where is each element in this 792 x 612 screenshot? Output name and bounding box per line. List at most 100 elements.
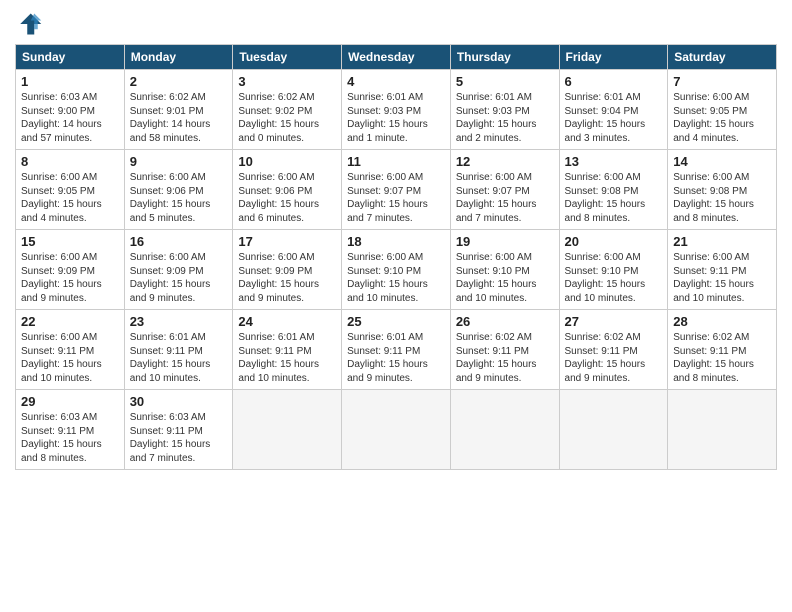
table-row: 18Sunrise: 6:00 AMSunset: 9:10 PMDayligh… <box>342 230 451 310</box>
calendar-week-row: 29Sunrise: 6:03 AMSunset: 9:11 PMDayligh… <box>16 390 777 470</box>
day-number: 25 <box>347 314 445 329</box>
day-number: 24 <box>238 314 336 329</box>
day-number: 22 <box>21 314 119 329</box>
table-row: 3 Sunrise: 6:02 AMSunset: 9:02 PMDaylight… <box>233 70 342 150</box>
day-number: 17 <box>238 234 336 249</box>
calendar-container: Sunday Monday Tuesday Wednesday Thursday… <box>0 0 792 480</box>
day-info: Sunrise: 6:02 AMSunset: 9:11 PMDaylight:… <box>456 331 554 385</box>
day-info: Sunrise: 6:02 AMSunset: 9:11 PMDaylight:… <box>673 331 771 385</box>
table-row: 28 Sunrise: 6:02 AMSunset: 9:11 PMDayligh… <box>668 310 777 390</box>
table-row: 17 Sunrise: 6:00 AMSunset: 9:09 PMDayligh… <box>233 230 342 310</box>
day-info: Sunrise: 6:00 AMSunset: 9:11 PMDaylight:… <box>673 251 771 305</box>
weekday-header-row: Sunday Monday Tuesday Wednesday Thursday… <box>16 45 777 70</box>
table-row: 21 Sunrise: 6:00 AMSunset: 9:11 PMDayligh… <box>668 230 777 310</box>
table-row: 12Sunrise: 6:00 AMSunset: 9:07 PMDayligh… <box>450 150 559 230</box>
logo-icon <box>15 10 43 38</box>
table-row: 24 Sunrise: 6:01 AMSunset: 9:11 PMDayligh… <box>233 310 342 390</box>
header-monday: Monday <box>124 45 233 70</box>
day-number: 9 <box>130 154 228 169</box>
day-number: 7 <box>673 74 771 89</box>
table-row: 19 Sunrise: 6:00 AMSunset: 9:10 PMDayligh… <box>450 230 559 310</box>
day-number: 3 <box>238 74 336 89</box>
header-saturday: Saturday <box>668 45 777 70</box>
day-number: 6 <box>565 74 663 89</box>
day-info: Sunrise: 6:00 AMSunset: 9:06 PMDaylight:… <box>238 171 336 225</box>
header-tuesday: Tuesday <box>233 45 342 70</box>
day-info: Sunrise: 6:00 AMSunset: 9:08 PMDaylight:… <box>565 171 663 225</box>
day-info: Sunrise: 6:00 AMSunset: 9:08 PMDaylight:… <box>673 171 771 225</box>
table-row: 10 Sunrise: 6:00 AMSunset: 9:06 PMDayligh… <box>233 150 342 230</box>
table-row <box>233 390 342 470</box>
header-wednesday: Wednesday <box>342 45 451 70</box>
day-info: Sunrise: 6:01 AMSunset: 9:11 PMDaylight:… <box>130 331 228 385</box>
day-info: Sunrise: 6:00 AMSunset: 9:05 PMDaylight:… <box>673 91 771 145</box>
table-row: 8 Sunrise: 6:00 AMSunset: 9:05 PMDaylight… <box>16 150 125 230</box>
table-row: 22Sunrise: 6:00 AMSunset: 9:11 PMDayligh… <box>16 310 125 390</box>
day-number: 26 <box>456 314 554 329</box>
day-info: Sunrise: 6:03 AMSunset: 9:11 PMDaylight:… <box>21 411 119 465</box>
table-row: 5 Sunrise: 6:01 AMSunset: 9:03 PMDaylight… <box>450 70 559 150</box>
header-sunday: Sunday <box>16 45 125 70</box>
day-info: Sunrise: 6:00 AMSunset: 9:07 PMDaylight:… <box>347 171 445 225</box>
day-number: 4 <box>347 74 445 89</box>
table-row <box>450 390 559 470</box>
header-thursday: Thursday <box>450 45 559 70</box>
table-row: 29Sunrise: 6:03 AMSunset: 9:11 PMDayligh… <box>16 390 125 470</box>
day-number: 15 <box>21 234 119 249</box>
day-info: Sunrise: 6:01 AMSunset: 9:03 PMDaylight:… <box>347 91 445 145</box>
table-row: 15 Sunrise: 6:00 AMSunset: 9:09 PMDayligh… <box>16 230 125 310</box>
table-row: 14 Sunrise: 6:00 AMSunset: 9:08 PMDayligh… <box>668 150 777 230</box>
table-row: 1 Sunrise: 6:03 AMSunset: 9:00 PMDaylight… <box>16 70 125 150</box>
day-number: 19 <box>456 234 554 249</box>
table-row: 7 Sunrise: 6:00 AMSunset: 9:05 PMDaylight… <box>668 70 777 150</box>
day-info: Sunrise: 6:01 AMSunset: 9:04 PMDaylight:… <box>565 91 663 145</box>
day-number: 11 <box>347 154 445 169</box>
day-info: Sunrise: 6:03 AMSunset: 9:00 PMDaylight:… <box>21 91 119 145</box>
day-info: Sunrise: 6:00 AMSunset: 9:06 PMDaylight:… <box>130 171 228 225</box>
calendar-week-row: 15 Sunrise: 6:00 AMSunset: 9:09 PMDayligh… <box>16 230 777 310</box>
table-row: 11 Sunrise: 6:00 AMSunset: 9:07 PMDayligh… <box>342 150 451 230</box>
calendar-week-row: 8 Sunrise: 6:00 AMSunset: 9:05 PMDaylight… <box>16 150 777 230</box>
day-number: 23 <box>130 314 228 329</box>
day-number: 8 <box>21 154 119 169</box>
table-row <box>559 390 668 470</box>
table-row <box>342 390 451 470</box>
header <box>15 10 777 38</box>
day-number: 1 <box>21 74 119 89</box>
day-info: Sunrise: 6:02 AMSunset: 9:11 PMDaylight:… <box>565 331 663 385</box>
table-row: 2Sunrise: 6:02 AMSunset: 9:01 PMDaylight… <box>124 70 233 150</box>
table-row: 4 Sunrise: 6:01 AMSunset: 9:03 PMDaylight… <box>342 70 451 150</box>
header-friday: Friday <box>559 45 668 70</box>
day-info: Sunrise: 6:03 AMSunset: 9:11 PMDaylight:… <box>130 411 228 465</box>
day-info: Sunrise: 6:00 AMSunset: 9:09 PMDaylight:… <box>130 251 228 305</box>
table-row: 9 Sunrise: 6:00 AMSunset: 9:06 PMDaylight… <box>124 150 233 230</box>
day-info: Sunrise: 6:00 AMSunset: 9:10 PMDaylight:… <box>456 251 554 305</box>
day-number: 28 <box>673 314 771 329</box>
day-number: 16 <box>130 234 228 249</box>
day-number: 30 <box>130 394 228 409</box>
day-info: Sunrise: 6:00 AMSunset: 9:10 PMDaylight:… <box>565 251 663 305</box>
day-number: 2 <box>130 74 228 89</box>
table-row: 16 Sunrise: 6:00 AMSunset: 9:09 PMDayligh… <box>124 230 233 310</box>
table-row: 20Sunrise: 6:00 AMSunset: 9:10 PMDayligh… <box>559 230 668 310</box>
day-number: 13 <box>565 154 663 169</box>
calendar-week-row: 22Sunrise: 6:00 AMSunset: 9:11 PMDayligh… <box>16 310 777 390</box>
day-info: Sunrise: 6:01 AMSunset: 9:11 PMDaylight:… <box>347 331 445 385</box>
day-number: 5 <box>456 74 554 89</box>
day-info: Sunrise: 6:00 AMSunset: 9:09 PMDaylight:… <box>21 251 119 305</box>
day-number: 27 <box>565 314 663 329</box>
table-row: 23 Sunrise: 6:01 AMSunset: 9:11 PMDayligh… <box>124 310 233 390</box>
day-info: Sunrise: 6:01 AMSunset: 9:11 PMDaylight:… <box>238 331 336 385</box>
table-row: 13 Sunrise: 6:00 AMSunset: 9:08 PMDayligh… <box>559 150 668 230</box>
logo <box>15 10 47 38</box>
day-info: Sunrise: 6:00 AMSunset: 9:05 PMDaylight:… <box>21 171 119 225</box>
table-row: 30 Sunrise: 6:03 AMSunset: 9:11 PMDayligh… <box>124 390 233 470</box>
day-number: 21 <box>673 234 771 249</box>
day-info: Sunrise: 6:01 AMSunset: 9:03 PMDaylight:… <box>456 91 554 145</box>
day-info: Sunrise: 6:00 AMSunset: 9:09 PMDaylight:… <box>238 251 336 305</box>
day-info: Sunrise: 6:02 AMSunset: 9:02 PMDaylight:… <box>238 91 336 145</box>
table-row <box>668 390 777 470</box>
table-row: 27 Sunrise: 6:02 AMSunset: 9:11 PMDayligh… <box>559 310 668 390</box>
day-number: 14 <box>673 154 771 169</box>
day-number: 10 <box>238 154 336 169</box>
